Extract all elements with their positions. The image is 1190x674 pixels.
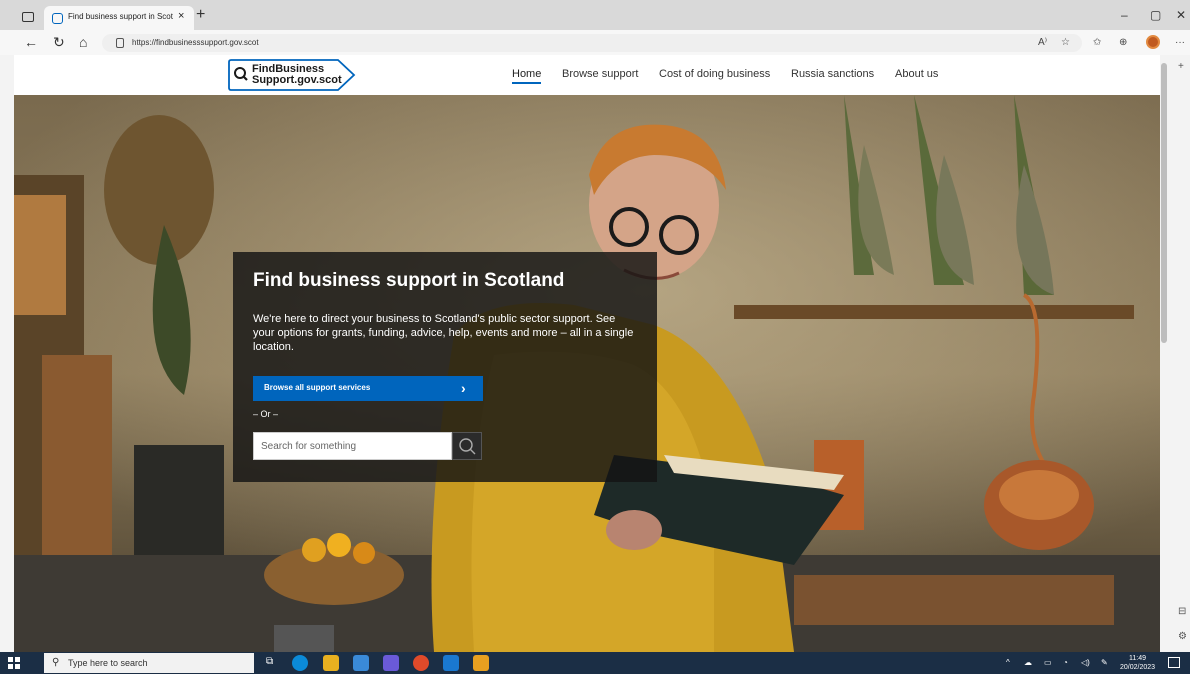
split-screen-icon[interactable]: ⊟ (1178, 606, 1186, 617)
clock-time: 11:49 (1129, 655, 1147, 662)
minimize-button[interactable]: – (1121, 8, 1128, 22)
search-icon (459, 438, 476, 455)
sidebar-add-icon[interactable]: + (1178, 61, 1184, 72)
windows-start-icon[interactable] (8, 657, 20, 669)
clock-date: 20/02/2023 (1120, 664, 1156, 671)
search-icon: ⚲ (52, 657, 60, 668)
back-icon[interactable]: ← (24, 34, 38, 50)
url-field[interactable]: https://findbusinesssupport.gov.scot (102, 34, 1082, 52)
battery-icon[interactable]: ▭ (1044, 658, 1052, 667)
profile-avatar[interactable] (1146, 35, 1160, 49)
lock-icon[interactable] (116, 38, 124, 48)
nav-about-us[interactable]: About us (895, 68, 938, 80)
browse-button-label: Browse all support services (264, 383, 371, 392)
edge-icon[interactable] (292, 655, 308, 671)
windows-taskbar: ⚲ Type here to search ⧉ ^ ☁ ▭ ◔ ◁) ✎ 11:… (0, 652, 1190, 674)
restore-button[interactable]: ▢ (1150, 8, 1161, 22)
browser-tab[interactable]: Find business support in Scotlan × (44, 6, 194, 30)
taskbar-search-placeholder: Type here to search (68, 658, 148, 668)
store-icon[interactable] (353, 655, 369, 671)
taskbar-search-box[interactable]: ⚲ Type here to search (44, 653, 254, 673)
tab-actions-icon[interactable] (22, 12, 34, 22)
tab-title: Find business support in Scotlan (68, 12, 173, 21)
collections-icon[interactable]: ⊕ (1119, 37, 1127, 48)
hero-description: We're here to direct your business to Sc… (253, 313, 634, 353)
taskbar-clock[interactable]: 11:49 20/02/2023 (1120, 654, 1155, 672)
chevron-right-icon: › (461, 380, 466, 396)
nav-browse-support[interactable]: Browse support (562, 68, 638, 80)
new-tab-button[interactable]: + (196, 7, 205, 23)
nav-russia-sanctions[interactable]: Russia sanctions (791, 68, 874, 80)
app-icon[interactable] (473, 655, 489, 671)
volume-icon[interactable]: ◁) (1081, 658, 1090, 667)
url-text[interactable]: https://findbusinesssupport.gov.scot (132, 38, 259, 47)
address-bar-row: ← ↻ ⌂ https://findbusinesssupport.gov.sc… (0, 30, 1190, 55)
show-hidden-icons-icon[interactable]: ^ (1006, 658, 1010, 667)
onedrive-icon[interactable]: ☁ (1024, 658, 1032, 667)
favorite-add-icon[interactable]: ☆ (1061, 37, 1070, 48)
home-icon[interactable]: ⌂ (79, 34, 87, 50)
search-input[interactable] (253, 432, 452, 460)
or-separator: – Or – (253, 409, 279, 419)
nav-home[interactable]: Home (512, 68, 542, 84)
site-header: FindBusiness Support.gov.scot Home Brows… (14, 55, 1160, 95)
hero-panel: Find business support in Scotland We're … (233, 252, 657, 482)
favorites-icon[interactable]: ✩ (1093, 37, 1101, 48)
settings-icon[interactable]: ⚙ (1178, 631, 1187, 642)
close-window-button[interactable]: ✕ (1176, 8, 1186, 22)
search-button[interactable] (452, 432, 482, 460)
logo-text-line2: Support.gov.scot (252, 74, 342, 86)
outlook-icon[interactable] (443, 655, 459, 671)
scrollbar-thumb[interactable] (1161, 63, 1167, 343)
teams-icon[interactable] (383, 655, 399, 671)
read-aloud-icon[interactable]: A⁾ (1038, 37, 1047, 48)
tab-close-icon[interactable]: × (178, 10, 184, 22)
hero-title: Find business support in Scotland (253, 270, 565, 291)
nav-cost-of-doing-business[interactable]: Cost of doing business (659, 68, 770, 80)
file-explorer-icon[interactable] (323, 655, 339, 671)
more-icon[interactable]: ··· (1175, 37, 1185, 48)
page-viewport: FindBusiness Support.gov.scot Home Brows… (14, 55, 1160, 652)
refresh-icon[interactable]: ↻ (53, 34, 65, 50)
task-view-icon[interactable]: ⧉ (266, 656, 273, 667)
notifications-icon[interactable] (1168, 657, 1180, 668)
hero-banner: Find business support in Scotland We're … (14, 95, 1160, 652)
office-icon[interactable] (413, 655, 429, 671)
browser-tab-bar: Find business support in Scotlan × + – ▢… (0, 0, 1190, 30)
network-icon[interactable]: ◔ (1063, 658, 1068, 667)
site-favicon-icon (52, 13, 63, 24)
pen-icon[interactable]: ✎ (1101, 658, 1108, 667)
browser-right-rail: + ⊟ ⚙ (1160, 55, 1190, 652)
browse-all-support-button[interactable]: Browse all support services › (253, 376, 483, 401)
site-logo[interactable]: FindBusiness Support.gov.scot (228, 59, 356, 91)
